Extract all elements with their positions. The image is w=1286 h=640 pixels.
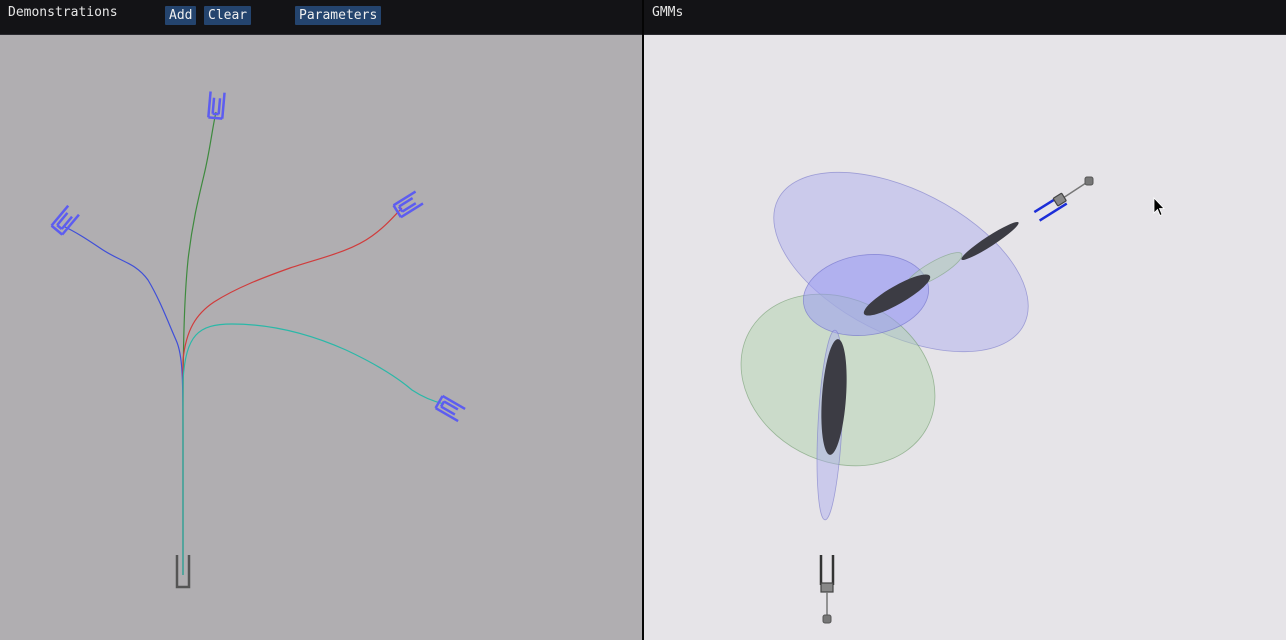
- trajectory-teal: [182, 323, 445, 575]
- target-gripper-icon[interactable]: [392, 190, 424, 219]
- gmms-titlebar: GMMs: [644, 0, 1286, 35]
- robot-joint[interactable]: [822, 614, 832, 624]
- parameters-button[interactable]: Parameters: [295, 6, 382, 25]
- demonstrations-window: Demonstrations Add Clear Parameters: [0, 0, 642, 640]
- gmms-window: GMMs: [644, 0, 1286, 640]
- robot-joint[interactable]: [1084, 176, 1094, 186]
- trajectory-blue: [62, 225, 184, 575]
- robot-wrist[interactable]: [820, 582, 834, 593]
- demonstrations-canvas[interactable]: [0, 35, 642, 640]
- mouse-pointer-icon: [1153, 197, 1165, 217]
- target-gripper-icon[interactable]: [207, 91, 226, 120]
- trajectory-red: [182, 207, 403, 575]
- window-title: GMMs: [652, 5, 684, 20]
- gmm-canvas[interactable]: [644, 35, 1286, 640]
- trajectory-green: [182, 111, 217, 575]
- target-gripper-icon[interactable]: [50, 204, 80, 236]
- add-button[interactable]: Add: [165, 6, 197, 25]
- clear-button[interactable]: Clear: [204, 6, 252, 25]
- window-title: Demonstrations: [8, 5, 118, 20]
- start-gripper-icon[interactable]: [819, 555, 835, 585]
- target-gripper-icon[interactable]: [434, 394, 466, 423]
- demonstrations-titlebar: Demonstrations Add Clear Parameters: [0, 0, 642, 35]
